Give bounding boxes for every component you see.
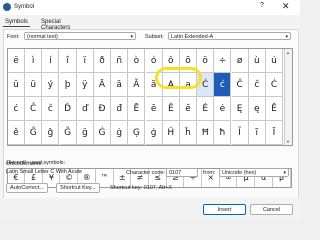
scroll-down-icon[interactable]: ▼ <box>286 139 290 144</box>
symbol-cell[interactable]: õ <box>180 49 197 73</box>
symbol-cell[interactable]: ĥ <box>180 121 197 145</box>
symbol-cell[interactable]: ğ <box>76 121 94 145</box>
symbol-cell[interactable]: Ē <box>128 97 146 121</box>
symbol-cell[interactable]: Ę <box>231 97 249 121</box>
symbol-cell[interactable]: ē <box>145 97 163 121</box>
symbol-cell[interactable]: Ă <box>128 73 146 97</box>
symbol-cell[interactable]: ĝ <box>42 121 60 145</box>
from-dropdown[interactable]: Unicode (hex) ▾ <box>219 168 289 177</box>
symbol-cell[interactable]: ú <box>266 49 283 73</box>
unicode-name-value: Latin Small Letter C With Acute <box>6 169 83 175</box>
symbol-cell[interactable]: Ī <box>266 121 283 145</box>
symbol-cell[interactable]: ĩ <box>248 121 266 145</box>
subset-label: Subset: <box>145 34 164 40</box>
symbol-cell[interactable]: ð <box>94 49 111 73</box>
dialog-footer: Insert Cancel <box>0 198 300 219</box>
character-code-input[interactable]: 0107 <box>166 168 198 177</box>
symbol-cell[interactable]: Ĉ <box>231 73 249 97</box>
font-dropdown[interactable]: (normal text) ▾ <box>24 32 136 40</box>
window-title: Symbol <box>14 4 35 10</box>
symbol-cell[interactable]: ÿ <box>76 73 94 97</box>
symbol-cell[interactable]: ġ <box>111 121 129 145</box>
chevron-down-icon: ▾ <box>130 34 133 40</box>
shortcut-key-text: Shortcut key: 0107, Alt+X <box>110 185 172 191</box>
symbol-cell[interactable]: Ģ <box>128 121 146 145</box>
grid-scrollbar[interactable]: ▲ ▼ <box>284 49 292 145</box>
insert-button[interactable]: Insert <box>203 204 246 215</box>
close-icon[interactable]: ✕ <box>282 1 290 12</box>
symbol-cell[interactable]: ģ <box>145 121 163 145</box>
symbol-cell[interactable]: Đ <box>94 97 111 121</box>
scroll-up-icon[interactable]: ▲ <box>286 50 290 55</box>
symbol-cell[interactable]: ĉ <box>248 73 266 97</box>
word-app-icon <box>3 3 11 11</box>
symbol-cell[interactable]: ă <box>145 73 163 97</box>
symbol-cell[interactable]: ü <box>25 73 43 97</box>
symbol-cell[interactable]: ą <box>180 73 197 97</box>
symbol-cell[interactable]: ā <box>111 73 129 97</box>
subset-dropdown[interactable]: Latin Extended-A ▾ <box>168 32 291 40</box>
symbol-cell[interactable]: í <box>42 49 60 73</box>
symbol-grid[interactable]: ë ì í î ï ð ñ ò ó ô õ ö ÷ ø ù ú û ü ý þ ÿ Āā Ăă Ąą Ćć Ĉĉ Ċċ Čč Ďď Đđ Ē… <box>7 48 293 146</box>
symbol-cell[interactable]: ñ <box>111 49 129 73</box>
symbol-cell[interactable]: ď <box>76 97 94 121</box>
symbol-cell[interactable]: ě <box>8 121 25 145</box>
symbol-cell[interactable]: Ď <box>59 97 77 121</box>
unicode-name-label: Unicode name: <box>6 161 43 167</box>
shortcut-key-button[interactable]: Shortcut Key... <box>56 183 100 193</box>
symbol-cell[interactable]: ė <box>214 97 232 121</box>
title-bar: Symbol ? ✕ <box>0 0 300 15</box>
symbol-cell[interactable]: Ĩ <box>231 121 249 145</box>
font-label: Font: <box>7 34 20 40</box>
chevron-down-icon: ▾ <box>285 34 288 40</box>
from-value: Unicode (hex) <box>222 170 257 176</box>
symbol-cell[interactable]: Ġ <box>94 121 111 145</box>
symbol-cell[interactable]: ë <box>8 49 25 73</box>
symbol-cell[interactable]: Ė <box>197 97 215 121</box>
autocorrect-button[interactable]: AutoCorrect... <box>6 183 48 193</box>
symbol-cell[interactable]: Ċ <box>266 73 283 97</box>
symbol-cell[interactable]: Ą <box>162 73 180 97</box>
symbol-cell[interactable]: đ <box>111 97 129 121</box>
symbol-cell[interactable]: č <box>42 97 60 121</box>
symbol-cell[interactable]: ô <box>162 49 180 73</box>
character-code-label: Character code: <box>126 170 166 176</box>
symbol-cell[interactable]: ó <box>145 49 163 73</box>
symbol-cell[interactable]: Ā <box>94 73 111 97</box>
symbol-cell[interactable]: Ĝ <box>25 121 43 145</box>
symbol-cell[interactable]: ì <box>25 49 43 73</box>
cancel-button[interactable]: Cancel <box>250 204 293 215</box>
symbol-cell[interactable]: ø <box>231 49 249 73</box>
symbol-cell[interactable]: ę <box>248 97 266 121</box>
symbol-cell[interactable]: Ĕ <box>162 97 180 121</box>
symbol-cell[interactable]: Ħ <box>197 121 215 145</box>
help-button[interactable]: ? <box>260 2 264 9</box>
symbol-cell[interactable]: Ě <box>266 97 283 121</box>
symbol-cell[interactable]: Ĥ <box>162 121 180 145</box>
symbol-cell[interactable]: ö <box>197 49 215 73</box>
symbol-cell[interactable]: î <box>59 49 77 73</box>
symbol-cell[interactable]: Ğ <box>59 121 77 145</box>
symbol-cell[interactable]: ò <box>128 49 146 73</box>
symbol-dialog: Symbol ? ✕ Symbols Special Characters Fo… <box>0 0 300 219</box>
symbol-cell[interactable]: ÷ <box>214 49 232 73</box>
chevron-down-icon: ▾ <box>283 170 286 176</box>
symbol-cell[interactable]: ù <box>248 49 266 73</box>
tab-symbols[interactable]: Symbols <box>3 18 31 27</box>
font-value: (normal text) <box>27 34 58 40</box>
symbol-cell[interactable]: ĕ <box>180 97 197 121</box>
symbol-cell[interactable]: ħ <box>214 121 232 145</box>
symbol-cell[interactable]: ċ <box>8 97 25 121</box>
symbol-cell[interactable]: Č <box>25 97 43 121</box>
symbol-cell[interactable]: ý <box>42 73 60 97</box>
from-label: from: <box>203 170 216 176</box>
symbol-cell[interactable]: ć <box>214 73 232 97</box>
subset-value: Latin Extended-A <box>171 34 214 40</box>
symbol-cell[interactable]: þ <box>59 73 77 97</box>
symbol-cell[interactable]: Ć <box>197 73 215 97</box>
symbol-cell[interactable]: û <box>8 73 25 97</box>
symbol-cell[interactable]: ï <box>76 49 94 73</box>
